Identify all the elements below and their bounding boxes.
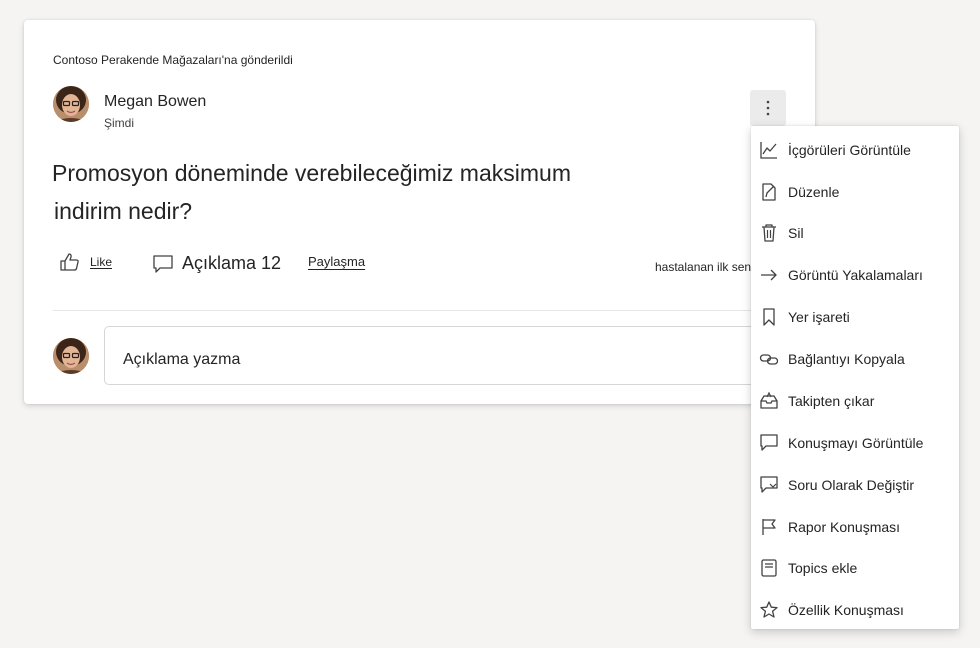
question-change-icon bbox=[759, 475, 779, 495]
question-line-1: Promosyon döneminde verebileceğimiz maks… bbox=[52, 160, 571, 186]
comment-count-label: Açıklama 12 bbox=[182, 253, 282, 273]
menu-item-copy-link[interactable]: Bağlantıyı Kopyala bbox=[751, 338, 959, 380]
chat-icon bbox=[759, 433, 779, 453]
share-button[interactable]: Paylaşma bbox=[308, 254, 365, 269]
comment-input[interactable]: Açıklama yazma bbox=[104, 326, 806, 385]
like-label: Like bbox=[90, 255, 113, 269]
menu-item-share[interactable]: Görüntü Yakalamaları bbox=[751, 254, 959, 296]
menu-item-label: Rapor Konuşması bbox=[788, 519, 901, 535]
question-text: Promosyon döneminde verebileceğimiz maks… bbox=[52, 154, 652, 230]
menu-item-label: Konuşmayı Görüntüle bbox=[788, 435, 924, 451]
menu-item-view-conversation[interactable]: Konuşmayı Görüntüle bbox=[751, 422, 959, 464]
menu-item-label: Takipten çıkar bbox=[788, 393, 875, 409]
thumbs-up-icon bbox=[60, 253, 79, 271]
post-timestamp: Şimdi bbox=[104, 116, 135, 130]
menu-item-unfollow[interactable]: Takipten çıkar bbox=[751, 380, 959, 422]
link-icon bbox=[759, 349, 779, 369]
bookmark-icon bbox=[759, 307, 779, 327]
author-avatar[interactable] bbox=[53, 86, 89, 122]
more-options-menu: İçgörüleri Görüntüle Düzenle Sil Görüntü… bbox=[751, 126, 959, 629]
flag-icon bbox=[759, 517, 779, 537]
menu-item-label: Görüntü Yakalamaları bbox=[788, 267, 923, 283]
menu-item-delete[interactable]: Sil bbox=[751, 212, 959, 254]
comment-button[interactable]: Açıklama 12 bbox=[152, 253, 281, 274]
menu-item-label: Topics ekle bbox=[788, 560, 858, 576]
menu-item-label: Özellik Konuşması bbox=[788, 602, 904, 618]
like-button[interactable]: Like bbox=[59, 252, 112, 272]
star-icon bbox=[759, 600, 779, 620]
menu-item-label: Yer işareti bbox=[788, 309, 850, 325]
divider bbox=[53, 310, 788, 311]
menu-item-label: Düzenle bbox=[788, 184, 840, 200]
commenter-avatar bbox=[53, 338, 89, 374]
question-line-2: indirim nedir? bbox=[54, 198, 193, 224]
comment-placeholder: Açıklama yazma bbox=[123, 351, 241, 368]
menu-item-report[interactable]: Rapor Konuşması bbox=[751, 506, 959, 548]
more-vertical-icon bbox=[766, 100, 770, 116]
author-name[interactable]: Megan Bowen bbox=[104, 93, 206, 111]
chart-icon bbox=[759, 140, 779, 160]
menu-item-add-topics[interactable]: Topics ekle bbox=[751, 547, 959, 589]
menu-item-label: İçgörüleri Görüntüle bbox=[788, 142, 911, 158]
comment-icon bbox=[153, 254, 173, 273]
menu-item-feature-conversation[interactable]: Özellik Konuşması bbox=[751, 589, 959, 631]
menu-item-label: Bağlantıyı Kopyala bbox=[788, 351, 905, 367]
menu-item-label: Soru Olarak Değiştir bbox=[788, 477, 915, 493]
post-card: Contoso Perakende Mağazaları'na gönderil… bbox=[24, 20, 815, 404]
edit-icon bbox=[759, 182, 779, 202]
book-icon bbox=[759, 558, 779, 578]
menu-item-view-insights[interactable]: İçgörüleri Görüntüle bbox=[751, 129, 959, 171]
menu-item-bookmark[interactable]: Yer işareti bbox=[751, 296, 959, 338]
menu-item-edit[interactable]: Düzenle bbox=[751, 171, 959, 213]
menu-item-change-to-question[interactable]: Soru Olarak Değiştir bbox=[751, 464, 959, 506]
menu-item-label: Sil bbox=[788, 225, 804, 241]
share-arrow-icon bbox=[759, 265, 779, 285]
posted-to-label: Contoso Perakende Mağazaları'na gönderil… bbox=[53, 53, 293, 67]
more-options-button[interactable] bbox=[750, 90, 786, 126]
inbox-icon bbox=[759, 391, 779, 411]
trash-icon bbox=[759, 223, 779, 243]
